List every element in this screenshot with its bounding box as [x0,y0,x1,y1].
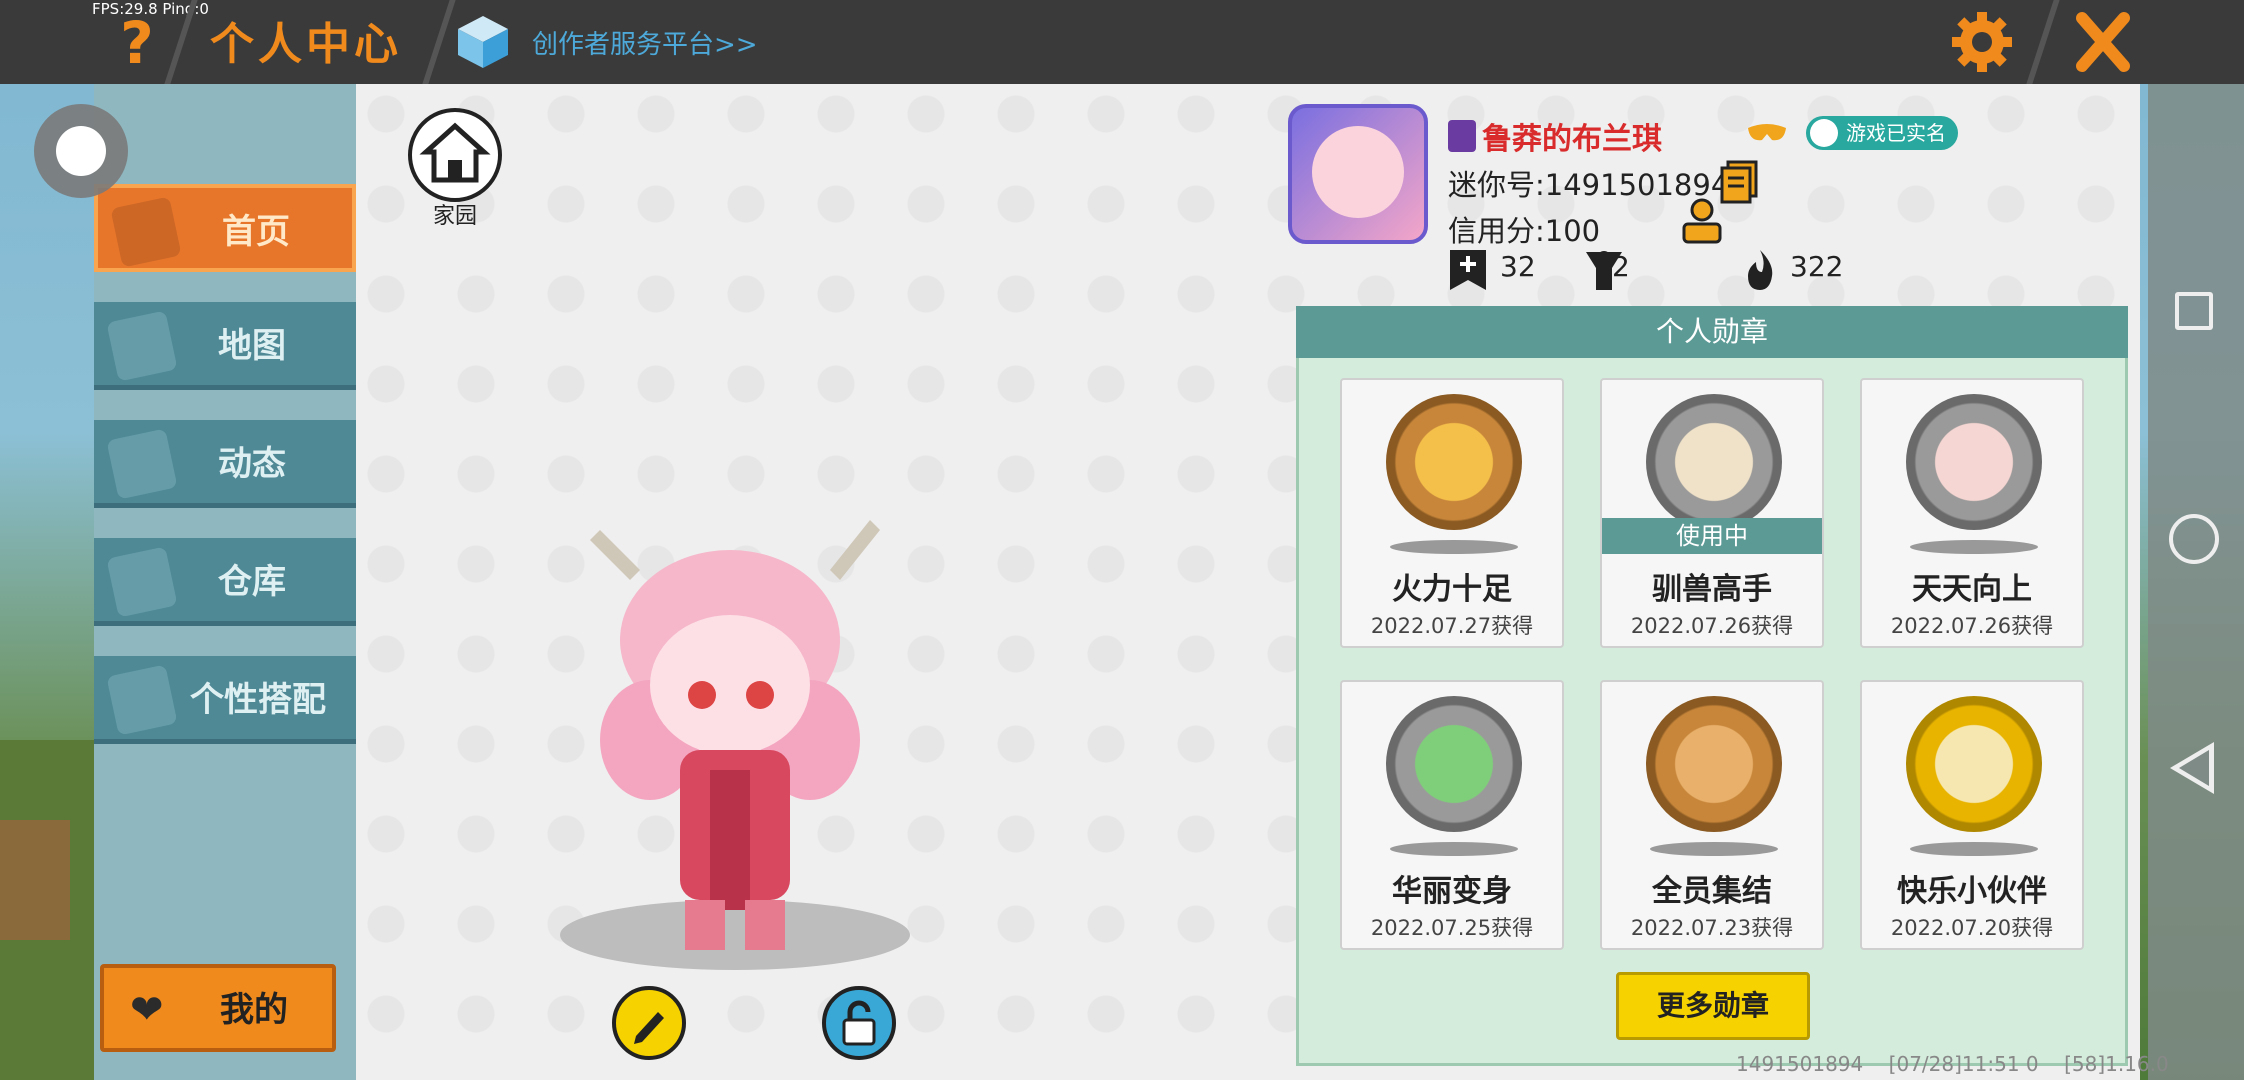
medal-tamer-icon [1646,394,1782,530]
sidebar-item-home[interactable]: 首页 [94,184,356,272]
sidebar-item-label: 仓库 [218,562,286,602]
system-nav-bar [2148,84,2244,1080]
medal-panel-header: 个人勋章 [1296,306,2128,358]
medal-base [1910,540,2038,554]
build-info: 1491501894 [07/28]11:51 0 [58]1.16.0 [1736,1052,2169,1076]
home-nav-button[interactable] [2169,514,2219,564]
homeland-button[interactable] [408,108,502,202]
medal-date: 2022.07.23获得 [1630,916,1794,940]
medal-card[interactable]: 全员集结 2022.07.23获得 [1600,680,1824,950]
medal-card[interactable]: 天天向上 2022.07.26获得 [1860,378,2084,648]
medal-date: 2022.07.26获得 [1890,614,2054,638]
medal-name: 华丽变身 [1392,874,1512,909]
back-nav-inner [2179,750,2209,786]
flame-icon [1748,250,1773,290]
lock-button[interactable] [822,986,896,1060]
bookmark-plus-icon [1450,250,1486,290]
medal-buddy-icon [1906,696,2042,832]
house-icon [419,122,491,183]
stat-fans: 2 [1612,250,1630,283]
medal-fire-icon [1386,394,1522,530]
sidebar-item-label: 地图 [218,326,286,366]
medal-card[interactable]: 快乐小伙伴 2022.07.20获得 [1860,680,2084,950]
medal-name: 快乐小伙伴 [1897,874,2047,909]
sidebar-item-storage[interactable]: 仓库 [94,538,356,626]
medal-name: 火力十足 [1392,572,1512,607]
recent-apps-button[interactable] [2175,292,2213,330]
medal-card[interactable]: 火力十足 2022.07.27获得 [1340,378,1564,648]
realname-badge: 游戏已实名 [1806,116,1958,150]
page-title: 个人中心 [210,19,402,70]
medal-base [1650,842,1778,856]
credit-score: 信用分:100 [1448,214,1601,248]
avatar-face [1312,126,1404,218]
heart-icon: ❤ [130,987,164,1033]
sidebar-item-label: 首页 [222,212,290,252]
medal-date: 2022.07.27获得 [1370,614,1534,638]
player-character [590,520,880,950]
person-icon [1810,119,1838,147]
background-dirt [0,820,70,940]
player-nickname: 鲁莽的布兰琪 [1482,122,1662,157]
unlock-icon [842,1000,876,1046]
realname-badge-label: 游戏已实名 [1846,121,1946,145]
creator-platform-link[interactable]: 创作者服务平台>> [532,24,758,61]
medal-card[interactable]: 使用中 驯兽高手 2022.07.26获得 [1600,378,1824,648]
medal-base [1390,842,1518,856]
homeland-label: 家园 [432,204,477,229]
vip-badge-icon [1448,120,1476,152]
sidebar-item-label: 动态 [218,444,286,484]
medal-base [1910,842,2038,856]
mine-button-label: 我的 [220,990,288,1030]
medal-panel-title: 个人勋章 [1655,315,1768,348]
sidebar-item-feed[interactable]: 动态 [94,420,356,508]
more-medals-label: 更多勋章 [1656,989,1769,1022]
stat-added: 32 [1500,250,1536,283]
in-use-tag: 使用中 [1602,518,1822,554]
sidebar-item-outfit[interactable]: 个性搭配 [94,656,356,744]
medal-name: 驯兽高手 [1652,572,1772,607]
medal-date: 2022.07.26获得 [1630,614,1794,638]
sidebar-item-label: 个性搭配 [190,680,326,720]
cube-icon[interactable] [456,14,510,70]
gear-icon[interactable] [1950,10,2014,74]
medal-name: 全员集结 [1652,874,1772,909]
floating-assist-dot [56,126,106,176]
medal-gather-icon [1646,696,1782,832]
help-icon[interactable]: ? [112,10,162,76]
medal-base [1390,540,1518,554]
mine-button[interactable]: ❤ 我的 [100,964,336,1052]
medal-card[interactable]: 华丽变身 2022.07.25获得 [1340,680,1564,950]
sidebar-item-map[interactable]: 地图 [94,302,356,390]
close-icon[interactable] [2072,6,2134,78]
medal-calendar-icon [1906,394,2042,530]
pencil-icon [634,1012,664,1044]
medal-name: 天天向上 [1912,572,2032,607]
more-medals-button[interactable]: 更多勋章 [1616,972,1810,1040]
medal-date: 2022.07.25获得 [1370,916,1534,940]
medal-date: 2022.07.20获得 [1890,916,2054,940]
medal-transform-icon [1386,696,1522,832]
edit-button[interactable] [612,986,686,1060]
stat-popularity: 322 [1790,250,1844,283]
mask-icon[interactable] [1746,122,1788,144]
copy-icon[interactable] [1720,160,1758,204]
friend-card-icon[interactable] [1680,196,1724,244]
